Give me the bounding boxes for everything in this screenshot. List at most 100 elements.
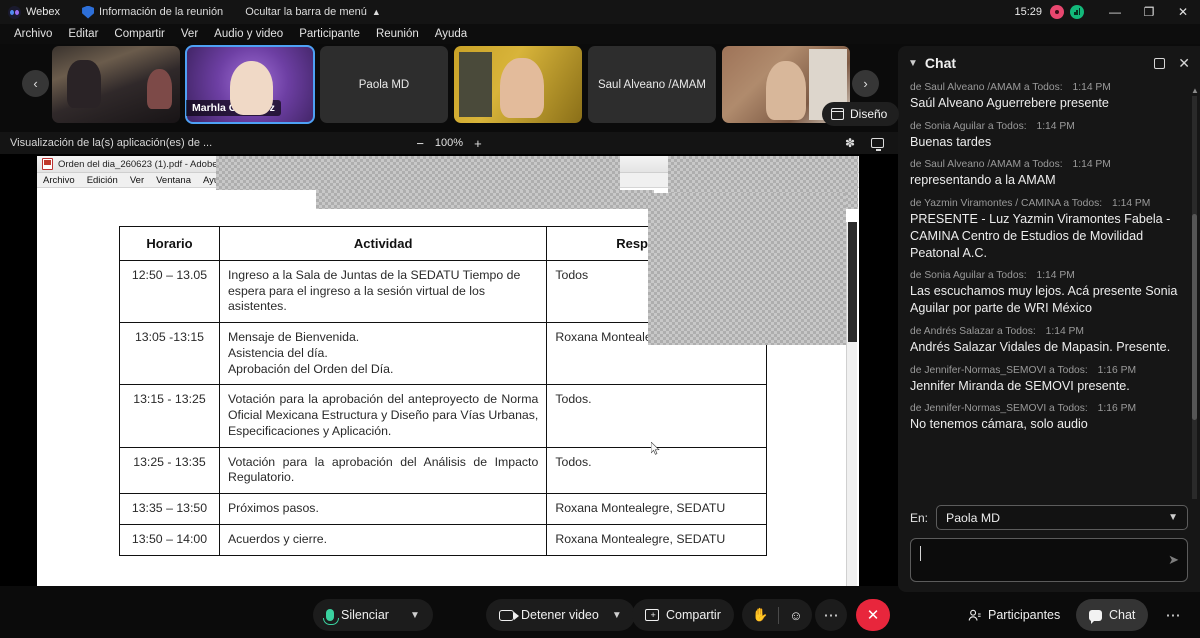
chat-message: de Sonia Aguilar a Todos: 1:14 PM Buenas… [910,121,1188,151]
chat-message-meta: de Sonia Aguilar a Todos: 1:14 PM [910,121,1188,132]
adobe-menu-edicion[interactable]: Edición [87,175,118,186]
cell-horario: 13:15 - 13:25 [119,384,220,448]
chat-recipient-select[interactable]: Paola MD ▼ [936,505,1188,530]
filmstrip-prev-button[interactable]: ‹ [22,70,49,97]
webex-meeting-window: Webex Información de la reunión Ocultar … [0,0,1200,638]
chat-scroll-thumb[interactable] [1192,214,1197,420]
maximize-button[interactable]: ❐ [1132,0,1166,24]
participants-button[interactable]: Participantes [955,599,1073,631]
zoom-level: 100% [434,137,464,149]
stop-video-button[interactable]: Detener video ▼ [486,599,635,631]
send-icon[interactable]: ➤ [1168,552,1179,568]
monitor-icon[interactable] [871,138,884,151]
hide-menubar-label: Ocultar la barra de menú [245,6,367,18]
occlusion-mask [316,190,654,209]
chevron-down-icon[interactable]: ▼ [908,58,918,69]
share-button[interactable]: Compartir [632,599,734,631]
chat-message-time: 1:16 PM [1097,403,1137,415]
chat-scrollbar[interactable]: ▲ ▼ [1191,86,1199,499]
table-row: 13:25 - 13:35 Votación para la aprobació… [119,446,767,495]
meeting-info-button[interactable]: Información de la reunión [82,5,223,19]
chat-message-time: 1:14 PM [1045,325,1084,337]
chat-message-meta: de Jennifer-Normas_SEMOVI a Todos: 1:16 … [910,403,1188,414]
window-controls: 15:29 — ❐ ✕ [1014,0,1200,24]
chat-message-text: Buenas tardes [910,134,992,149]
minimize-button[interactable]: — [1098,0,1132,24]
chat-message-sender: de Sonia Aguilar a Todos: [910,270,1027,282]
video-tile-saul-alveano[interactable]: Saul Alveano /AMAM [588,46,716,123]
pdf-icon [42,158,53,170]
chat-message-list[interactable]: de Saul Alveano /AMAM a Todos: 1:14 PM S… [898,80,1200,499]
chat-message: de Jennifer-Normas_SEMOVI a Todos: 1:16 … [910,403,1188,433]
zoom-in-button[interactable]: + [474,137,482,150]
menu-participante[interactable]: Participante [291,26,368,42]
chat-message-time: 1:14 PM [1072,159,1111,171]
chat-message-sender: de Andrés Salazar a Todos: [910,325,1036,337]
overflow-menu-button[interactable]: ⋯ [1157,599,1189,631]
chat-message-sender: de Sonia Aguilar a Todos: [910,120,1027,132]
chat-header-actions: ✕ [1154,56,1190,70]
annotate-icon[interactable]: ✽ [845,136,855,150]
chat-message-sender: de Jennifer-Normas_SEMOVI a Todos: [910,403,1088,415]
chevron-down-icon[interactable]: ▼ [410,610,420,621]
video-tile-marhla-gonzalez[interactable]: Marhla Gonzalez [185,45,315,124]
chevron-down-icon[interactable]: ▼ [612,610,622,621]
chat-message: de Andrés Salazar a Todos: 1:14 PM André… [910,326,1188,356]
menu-audio-y-video[interactable]: Audio y video [206,26,291,42]
cell-horario: 13:05 -13:15 [119,322,220,386]
chevron-up-icon: ▲ [371,7,381,17]
adobe-menu-archivo[interactable]: Archivo [43,175,75,186]
mute-button[interactable]: Silenciar ▼ [313,599,433,631]
close-icon[interactable]: ✕ [1178,56,1190,70]
video-tile-paola-md[interactable]: Paola MD [320,46,448,123]
menu-ayuda[interactable]: Ayuda [427,26,475,42]
layout-icon [830,108,844,120]
chat-message: de Saul Alveano /AMAM a Todos: 1:14 PM S… [910,82,1188,112]
cell-horario: 13:50 – 14:00 [119,523,220,556]
network-signal-icon[interactable] [1070,5,1084,19]
more-options-button[interactable]: ⋯ [815,599,847,631]
popout-icon[interactable] [1154,57,1166,69]
menu-ver[interactable]: Ver [173,26,206,42]
recording-indicator-icon[interactable] [1050,5,1064,19]
chat-message-text: Jennifer Miranda de SEMOVI presente. [910,378,1130,393]
design-layout-badge[interactable]: Diseño [822,102,900,126]
hide-menubar-button[interactable]: Ocultar la barra de menú ▲ [245,6,381,18]
zoom-controls: − 100% + [416,137,481,150]
chat-message-time: 1:14 PM [1112,198,1151,210]
close-button[interactable]: ✕ [1166,0,1200,24]
chat-message-sender: de Yazmin Viramontes / CAMINA a Todos: [910,198,1103,210]
menu-reunion[interactable]: Reunión [368,26,427,42]
chat-input-wrapper[interactable]: ➤ [910,538,1188,582]
adobe-menu-ver[interactable]: Ver [130,175,144,186]
chat-panel-title: Chat [924,55,957,71]
video-tile-room[interactable] [52,46,180,123]
cell-actividad: Mensaje de Bienvenida. Asistencia del dí… [218,322,548,386]
filmstrip-next-button[interactable]: › [852,70,879,97]
zoom-out-button[interactable]: − [416,137,424,150]
menu-archivo[interactable]: Archivo [6,26,60,42]
end-call-button[interactable]: ✕ [856,599,890,631]
adobe-menu-ventana[interactable]: Ventana [156,175,191,186]
table-row: 13:35 – 13:50 Próximos pasos. Roxana Mon… [119,493,767,525]
video-tile-label: Marhla Gonzalez [186,100,281,116]
menu-compartir[interactable]: Compartir [106,26,172,42]
column-header-actividad: Actividad [218,226,548,261]
share-screen-icon [645,609,659,621]
raise-hand-icon[interactable]: ✋ [752,607,768,623]
chat-message: de Saul Alveano /AMAM a Todos: 1:14 PM r… [910,159,1188,189]
share-label: Compartir [666,608,721,622]
cell-responsable: Roxana Montealegre, SEDATU [546,523,767,556]
chat-recipient-value: Paola MD [946,510,1001,525]
column-header-horario: Horario [119,226,220,261]
stop-video-label: Detener video [521,608,599,622]
menu-bar: Archivo Editar Compartir Ver Audio y vid… [0,24,1200,44]
video-tiles: Marhla Gonzalez Paola MD Saul Alveano /A… [52,45,850,124]
chat-message-meta: de Jennifer-Normas_SEMOVI a Todos: 1:16 … [910,365,1188,376]
menu-editar[interactable]: Editar [60,26,106,42]
scroll-up-arrow-icon[interactable]: ▲ [1191,86,1199,95]
reaction-icon[interactable]: ☺ [789,608,802,623]
chat-button[interactable]: Chat [1076,599,1149,631]
document-scrollbar[interactable] [846,222,857,586]
video-tile-participant-4[interactable] [454,46,582,123]
